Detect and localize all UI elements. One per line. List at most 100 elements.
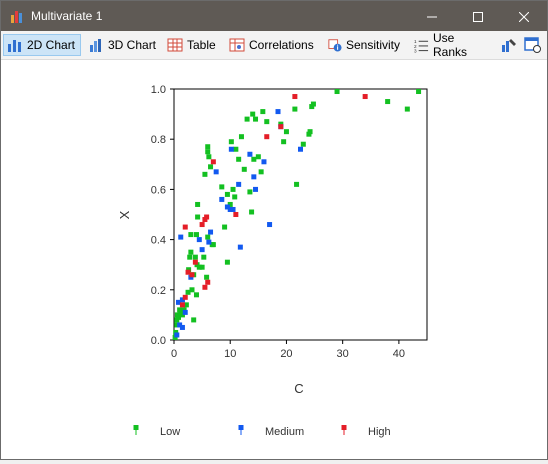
data-point-low (292, 106, 298, 112)
chart-settings-icon (502, 39, 516, 52)
data-point-high (264, 134, 270, 140)
data-point-low (188, 232, 194, 238)
data-point-medium (261, 159, 267, 165)
legend-item-medium: Medium (238, 425, 304, 438)
data-point-low (210, 242, 216, 248)
data-point-high (202, 284, 208, 290)
data-point-low (206, 154, 212, 160)
toolbar: 2D Chart 3D Chart Table Correlations Sen… (1, 31, 547, 60)
tab-label: Correlations (249, 38, 314, 52)
legend-item-low: Low (133, 425, 180, 438)
maximize-button[interactable] (455, 1, 501, 31)
data-point-low (224, 259, 230, 265)
data-point-low (201, 254, 207, 260)
x-tick-label: 10 (224, 348, 236, 360)
close-button[interactable] (501, 1, 547, 31)
data-point-low (195, 201, 201, 207)
y-tick-label: 0.8 (151, 134, 166, 146)
data-point-medium (251, 174, 257, 180)
data-point-medium (247, 151, 253, 157)
data-point-low (334, 89, 340, 95)
data-point-medium (196, 237, 202, 243)
legend-label: Low (160, 426, 180, 438)
tab-use-ranks[interactable]: 123 Use Ranks (411, 31, 491, 59)
tab-sensitivity[interactable]: Sensitivity (325, 34, 403, 56)
data-point-low (188, 249, 194, 255)
data-point-low (219, 184, 225, 190)
data-point-low (193, 232, 199, 238)
data-point-low (241, 166, 247, 172)
multivariate-window: Multivariate 1 2D Chart 3D Chart Table C… (0, 0, 548, 460)
data-point-low (294, 181, 300, 187)
data-point-high (292, 94, 298, 100)
data-point-low (385, 99, 391, 105)
data-point-low (283, 129, 289, 135)
tab-table[interactable]: Table (164, 34, 222, 56)
data-point-low (307, 129, 313, 135)
data-point-low (255, 154, 261, 160)
data-point-low (258, 169, 264, 175)
data-point-low (208, 164, 214, 170)
ranks-icon: 123 (414, 39, 429, 54)
tab-2d-chart[interactable]: 2D Chart (3, 34, 81, 56)
x-tick-label: 40 (393, 348, 405, 360)
data-point-high (233, 212, 239, 217)
data-point-low (199, 264, 205, 270)
tab-label: 3D Chart (108, 38, 157, 52)
minimize-button[interactable] (409, 1, 455, 31)
data-point-low (191, 317, 197, 323)
svg-text:3: 3 (414, 49, 417, 54)
data-point-high (192, 259, 198, 265)
data-point-medium (275, 109, 281, 115)
chart-settings-button[interactable] (499, 35, 519, 55)
data-point-medium (228, 146, 234, 152)
sensitivity-icon (328, 39, 342, 52)
data-point-medium (206, 239, 212, 245)
data-point-low (249, 209, 255, 215)
y-axis-label: X (117, 210, 132, 219)
tab-correlations[interactable]: Correlations (226, 34, 320, 56)
data-point-low (238, 134, 244, 140)
data-point-low (281, 139, 287, 145)
tab-3d-chart[interactable]: 3D Chart (85, 34, 161, 56)
maximize-icon (473, 12, 483, 23)
data-point-medium (182, 309, 188, 315)
data-point-high (182, 224, 188, 230)
data-point-low (195, 214, 201, 220)
tab-label: 2D Chart (27, 38, 76, 52)
title-bar: Multivariate 1 (1, 1, 547, 31)
data-point-low (260, 109, 266, 115)
legend-marker (238, 425, 244, 430)
data-point-low (247, 189, 253, 195)
bar-chart-icon (8, 40, 21, 52)
data-point-low (233, 146, 239, 152)
data-point-low (300, 141, 306, 147)
minimize-icon (427, 16, 437, 18)
data-point-low (205, 144, 211, 150)
data-point-low (202, 171, 208, 177)
series-low (172, 89, 422, 340)
y-tick-label: 0.0 (151, 335, 166, 347)
data-point-low (193, 292, 199, 298)
data-point-high (179, 302, 185, 308)
data-point-medium (199, 247, 205, 253)
legend-item-high: High (341, 425, 391, 438)
window-title: Multivariate 1 (31, 9, 103, 23)
window-options-icon (524, 37, 541, 53)
window-options-button[interactable] (523, 35, 543, 55)
bar-chart-app-icon (11, 11, 22, 23)
data-point-medium (298, 146, 303, 152)
3d-chart-icon (90, 39, 101, 52)
data-point-low (192, 254, 198, 260)
scatter-chart: 0 10 20 30 40 0.0 0.2 0.4 0.6 0.8 1.0 C X Low Mediu… (117, 84, 428, 438)
tab-label: Sensitivity (345, 38, 400, 52)
x-axis-label: C (294, 381, 303, 396)
data-point-medium (253, 186, 259, 192)
x-tick-label: 20 (280, 348, 292, 360)
data-point-low (187, 254, 193, 260)
data-point-high (205, 279, 211, 285)
correlations-icon (229, 38, 245, 52)
data-point-low (232, 194, 238, 200)
tab-label: Table (187, 38, 216, 52)
legend-label: Medium (265, 426, 304, 438)
